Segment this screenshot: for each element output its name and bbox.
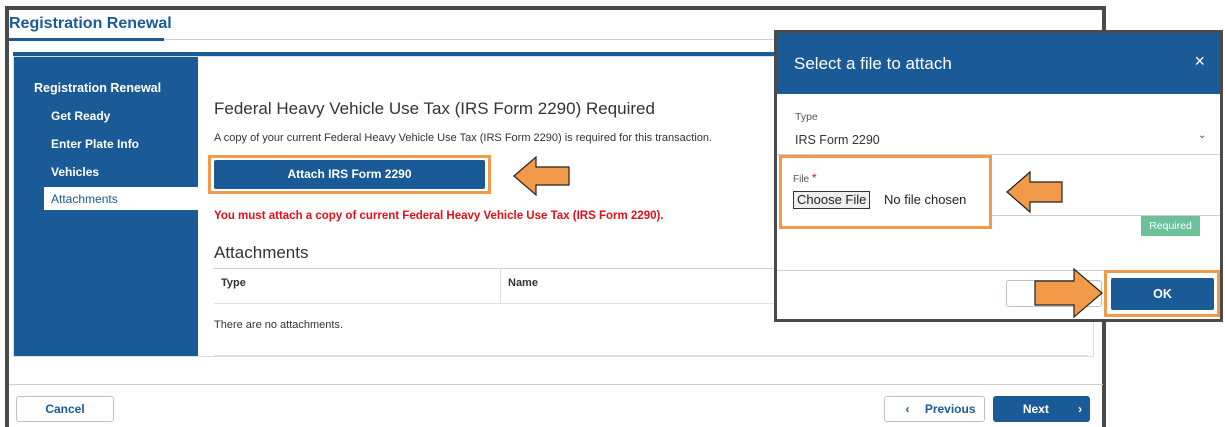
sidebar-item-vehicles[interactable]: Vehicles: [51, 165, 99, 179]
chevron-right-icon: ›: [1078, 402, 1083, 416]
section-heading: Federal Heavy Vehicle Use Tax (IRS Form …: [214, 99, 655, 118]
choose-file-button[interactable]: Choose File: [793, 191, 871, 209]
next-button[interactable]: Next ›: [993, 396, 1090, 422]
required-star: *: [811, 171, 817, 185]
previous-label: Previous: [924, 402, 976, 416]
empty-message: There are no attachments.: [214, 319, 344, 331]
file-label: File *: [793, 171, 817, 185]
section-description: A copy of your current Federal Heavy Veh…: [214, 132, 713, 144]
sidebar: Registration Renewal Get Ready Enter Pla…: [14, 57, 198, 356]
ok-button[interactable]: OK: [1111, 278, 1214, 310]
pointer-arrow-icon: [1034, 267, 1103, 319]
sidebar-item-enter-plate-info[interactable]: Enter Plate Info: [51, 137, 139, 151]
attach-file-dialog: Select a file to attach × Type IRS Form …: [774, 30, 1223, 322]
dialog-header: Select a file to attach ×: [777, 33, 1220, 94]
page-title: Registration Renewal: [9, 15, 172, 32]
close-icon[interactable]: ×: [1194, 51, 1205, 72]
column-header-name[interactable]: Name: [508, 277, 538, 289]
footer-divider: [9, 384, 1103, 385]
type-select[interactable]: IRS Form 2290: [795, 133, 880, 147]
divider: [214, 355, 1088, 356]
previous-button[interactable]: ‹ Previous: [884, 396, 985, 422]
dialog-title: Select a file to attach: [794, 54, 952, 73]
file-status-text: No file chosen: [884, 192, 967, 207]
sidebar-title: Registration Renewal: [34, 81, 162, 95]
cancel-button[interactable]: Cancel: [16, 396, 114, 422]
error-message: You must attach a copy of current Federa…: [214, 210, 664, 222]
attachments-heading: Attachments: [214, 243, 309, 262]
column-header-type[interactable]: Type: [221, 277, 246, 289]
chevron-down-icon[interactable]: ⌄: [1198, 130, 1206, 141]
column-divider: [500, 268, 501, 303]
type-label: Type: [795, 111, 818, 123]
sidebar-item-attachments[interactable]: Attachments: [44, 187, 198, 210]
required-badge: Required: [1141, 216, 1200, 236]
page-title-underline: [9, 38, 164, 41]
next-label: Next: [1022, 402, 1049, 416]
pointer-arrow-icon: [513, 155, 570, 197]
pointer-arrow-icon: [1006, 170, 1063, 214]
file-label-text: File: [793, 174, 810, 185]
sidebar-item-get-ready[interactable]: Get Ready: [51, 109, 110, 123]
chevron-left-icon: ‹: [905, 402, 910, 416]
attach-irs-form-button[interactable]: Attach IRS Form 2290: [214, 160, 485, 189]
